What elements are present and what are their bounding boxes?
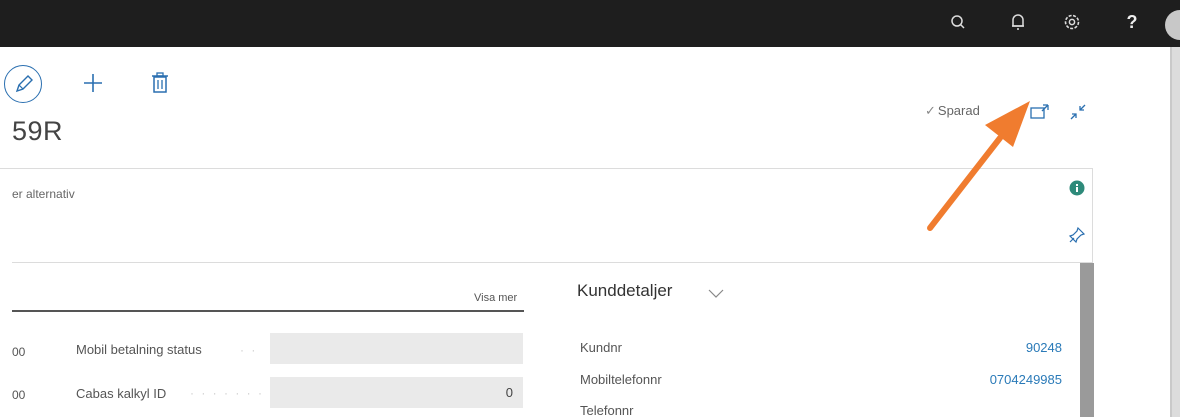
divider: [1092, 168, 1093, 263]
check-icon: ✓: [925, 103, 936, 118]
cabas-calc-id-field[interactable]: 0: [270, 377, 523, 408]
show-more-link[interactable]: Visa mer: [474, 292, 517, 304]
chevron-down-icon[interactable]: [708, 286, 724, 298]
open-new-window-icon: [1030, 104, 1049, 119]
open-in-new-window-button[interactable]: [1030, 104, 1050, 120]
mobile-phone-link[interactable]: 0704249985: [990, 372, 1062, 387]
field-label: Mobil betalning status: [76, 342, 202, 357]
pin-icon[interactable]: [1068, 226, 1086, 244]
gear-icon[interactable]: [1060, 10, 1084, 34]
customer-field-label: Mobiltelefonnr: [580, 372, 662, 387]
scrollbar[interactable]: [1080, 263, 1094, 417]
customer-field-label: Kundnr: [580, 340, 622, 355]
left-field-fragment: 00: [12, 388, 26, 402]
saved-status: ✓ Sparad: [925, 103, 980, 119]
mobile-payment-status-field[interactable]: [270, 333, 523, 364]
avatar[interactable]: [1165, 10, 1180, 40]
right-gutter: [1172, 47, 1180, 417]
pencil-icon: [15, 75, 33, 93]
trash-icon: [152, 72, 168, 93]
delete-button[interactable]: [150, 72, 170, 94]
fasttab-underline: [12, 310, 524, 312]
edit-button[interactable]: [4, 65, 42, 103]
collapse-button[interactable]: [1068, 102, 1088, 122]
left-field-fragment: 00: [12, 345, 26, 359]
customer-number-link[interactable]: 90248: [1026, 340, 1062, 355]
page-title: 59R: [12, 116, 64, 146]
divider: [0, 168, 1092, 169]
field-label: Cabas kalkyl ID: [76, 386, 167, 401]
plus-icon: [84, 74, 102, 92]
help-icon[interactable]: ?: [1120, 10, 1144, 34]
customer-field-label: Telefonnr: [580, 403, 634, 418]
search-icon[interactable]: [946, 10, 970, 34]
top-bar: ?: [0, 0, 1180, 47]
divider: [12, 262, 1092, 263]
customer-details-heading[interactable]: Kunddetaljer: [577, 281, 672, 301]
saved-label: Sparad: [937, 103, 980, 118]
leader-dots: · ·: [240, 343, 258, 357]
new-button[interactable]: [82, 72, 104, 94]
more-options-link[interactable]: er alternativ: [12, 187, 75, 201]
info-icon[interactable]: [1069, 180, 1085, 196]
bell-icon[interactable]: [1006, 10, 1030, 34]
collapse-icon: [1070, 104, 1086, 120]
